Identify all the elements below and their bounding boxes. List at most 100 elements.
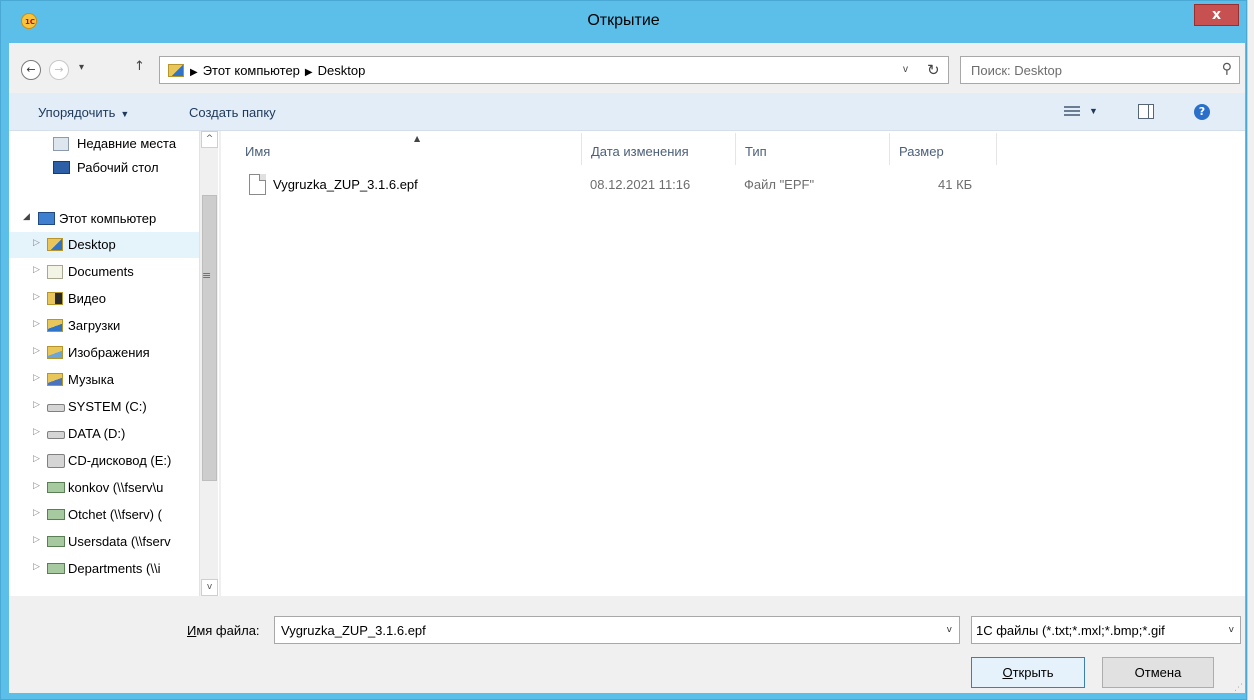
- expand-arrow-icon[interactable]: ▷: [33, 400, 40, 410]
- sidebar-item-label: Desktop: [68, 237, 116, 252]
- file-icon: [249, 174, 266, 195]
- column-header-type[interactable]: Тип: [736, 133, 890, 165]
- recent-places-icon: [53, 137, 69, 151]
- refresh-button[interactable]: ↻: [927, 61, 940, 79]
- expand-arrow-icon[interactable]: ▷: [33, 238, 40, 248]
- column-header-name[interactable]: Имя ▲: [236, 133, 582, 165]
- filename-label: Имя файла:: [187, 623, 260, 638]
- sidebar-item-desktop[interactable]: Рабочий стол: [9, 155, 199, 181]
- sidebar-item-label: Музыка: [68, 372, 114, 387]
- filter-dropdown-icon[interactable]: v: [1229, 625, 1234, 635]
- expand-arrow-icon[interactable]: ▷: [33, 427, 40, 437]
- scroll-up-button[interactable]: ^: [201, 131, 218, 148]
- search-icon[interactable]: ⚲: [1222, 61, 1232, 77]
- scroll-down-button[interactable]: v: [201, 579, 218, 596]
- network-drive-icon: [47, 536, 65, 547]
- view-mode-icon[interactable]: [1064, 104, 1080, 118]
- column-header-date[interactable]: Дата изменения: [582, 133, 736, 165]
- sidebar-item-label: Этот компьютер: [59, 211, 157, 226]
- breadcrumb-desktop[interactable]: Desktop: [318, 63, 366, 78]
- filename-label-accel: И: [187, 623, 197, 638]
- drive-icon: [47, 431, 65, 439]
- forward-button[interactable]: →: [49, 60, 69, 80]
- up-button[interactable]: ↑: [134, 59, 145, 74]
- expand-arrow-icon[interactable]: ▷: [33, 454, 40, 464]
- expand-arrow-icon[interactable]: ▷: [33, 265, 40, 275]
- sidebar-item-recent-places[interactable]: Недавние места: [9, 131, 199, 157]
- sidebar-item-label: konkov (\\fserv\u: [68, 480, 164, 495]
- column-header-size[interactable]: Размер: [890, 133, 997, 165]
- sidebar-item-cd-drive[interactable]: ▷ CD-дисковод (E:): [9, 448, 199, 474]
- cancel-button[interactable]: Отмена: [1102, 657, 1214, 688]
- sidebar-item-video[interactable]: ▷ Видео: [9, 286, 199, 312]
- filename-label-text: мя файла:: [196, 623, 260, 638]
- breadcrumb-this-pc[interactable]: Этот компьютер: [203, 63, 300, 78]
- documents-folder-icon: [47, 265, 63, 279]
- expand-arrow-icon[interactable]: ▷: [33, 319, 40, 329]
- sidebar-item-label: Загрузки: [68, 318, 121, 333]
- address-dropdown-button[interactable]: v: [903, 64, 908, 75]
- sidebar-item-departments[interactable]: ▷ Departments (\\i: [9, 556, 199, 582]
- filename-input[interactable]: Vygruzka_ZUP_3.1.6.epf v: [274, 616, 960, 644]
- sidebar-item-this-pc[interactable]: ◢ Этот компьютер: [9, 206, 199, 232]
- sidebar-item-desktop-folder[interactable]: ▷ Desktop: [9, 232, 199, 258]
- column-name-label: Имя: [245, 144, 271, 159]
- dialog-footer: Имя файла: Vygruzka_ZUP_3.1.6.epf v 1С ф…: [9, 596, 1245, 693]
- expanded-arrow-icon[interactable]: ◢: [23, 212, 30, 222]
- sidebar-item-pictures[interactable]: ▷ Изображения: [9, 340, 199, 366]
- sidebar-item-label: SYSTEM (C:): [68, 399, 147, 414]
- desktop-folder-icon: [168, 64, 184, 77]
- preview-pane-icon[interactable]: [1138, 104, 1154, 119]
- new-folder-button[interactable]: Создать папку: [189, 105, 276, 120]
- open-button[interactable]: Открыть: [971, 657, 1085, 688]
- expand-arrow-icon[interactable]: ▷: [33, 535, 40, 545]
- sidebar-item-documents[interactable]: ▷ Documents: [9, 259, 199, 285]
- recent-locations-button[interactable]: ▾: [79, 62, 84, 73]
- sidebar-item-konkov[interactable]: ▷ konkov (\\fserv\u: [9, 475, 199, 501]
- file-size: 41 КБ: [938, 177, 973, 192]
- sidebar-item-system-c[interactable]: ▷ SYSTEM (C:): [9, 394, 199, 420]
- network-drive-icon: [47, 509, 65, 520]
- organize-label: Упорядочить: [38, 105, 116, 120]
- organize-dropdown-icon: ▼: [120, 109, 130, 119]
- expand-arrow-icon[interactable]: ▷: [33, 481, 40, 491]
- expand-arrow-icon[interactable]: ▷: [33, 508, 40, 518]
- expand-arrow-icon[interactable]: ▷: [33, 373, 40, 383]
- sidebar-item-otchet[interactable]: ▷ Otchet (\\fserv) (: [9, 502, 199, 528]
- close-button[interactable]: x: [1194, 4, 1239, 26]
- organize-button[interactable]: Упорядочить ▼: [38, 105, 129, 120]
- title-bar[interactable]: 1С Открытие x: [1, 1, 1246, 43]
- sidebar-item-label: Видео: [68, 291, 106, 306]
- sidebar-item-data-d[interactable]: ▷ DATA (D:): [9, 421, 199, 447]
- dialog-client: ← → ▾ ↑ ▶ Этот компьютер ▶ Desktop v ↻ Поис…: [9, 43, 1245, 693]
- file-type-filter-select[interactable]: 1С файлы (*.txt;*.mxl;*.bmp;*.gif v: [971, 616, 1241, 644]
- sidebar-item-usersdata[interactable]: ▷ Usersdata (\\fserv: [9, 529, 199, 555]
- open-label-accel: О: [1002, 665, 1013, 680]
- scroll-thumb[interactable]: [202, 195, 217, 481]
- resize-grip-icon[interactable]: ⋰: [1234, 683, 1243, 693]
- expand-arrow-icon[interactable]: ▷: [33, 562, 40, 572]
- navigation-scrollbar[interactable]: ^ ≡ v: [199, 131, 218, 596]
- cd-drive-icon: [47, 454, 65, 468]
- help-icon[interactable]: ?: [1194, 104, 1210, 120]
- back-button[interactable]: ←: [21, 60, 41, 80]
- file-type: Файл "EPF": [744, 177, 815, 192]
- navigation-pane: Недавние места Рабочий стол ◢ Этот компью…: [9, 131, 219, 596]
- sidebar-item-music[interactable]: ▷ Музыка: [9, 367, 199, 393]
- expand-arrow-icon[interactable]: ▷: [33, 292, 40, 302]
- network-drive-icon: [47, 482, 65, 493]
- file-row[interactable]: Vygruzka_ZUP_3.1.6.epf 08.12.2021 11:16 …: [241, 173, 1001, 195]
- desktop-icon: [53, 161, 70, 174]
- sidebar-item-label: DATA (D:): [68, 426, 126, 441]
- search-input[interactable]: Поиск: Desktop ⚲: [960, 56, 1240, 84]
- downloads-folder-icon: [47, 319, 63, 332]
- sidebar-item-label: Изображения: [68, 345, 150, 360]
- address-bar[interactable]: ▶ Этот компьютер ▶ Desktop v ↻: [159, 56, 949, 84]
- sidebar-item-downloads[interactable]: ▷ Загрузки: [9, 313, 199, 339]
- column-date-label: Дата изменения: [591, 144, 689, 159]
- view-mode-dropdown-icon[interactable]: ▼: [1089, 106, 1098, 116]
- pictures-folder-icon: [47, 346, 63, 359]
- filename-dropdown-icon[interactable]: v: [947, 625, 952, 635]
- expand-arrow-icon[interactable]: ▷: [33, 346, 40, 356]
- sidebar-item-label: Недавние места: [77, 136, 177, 151]
